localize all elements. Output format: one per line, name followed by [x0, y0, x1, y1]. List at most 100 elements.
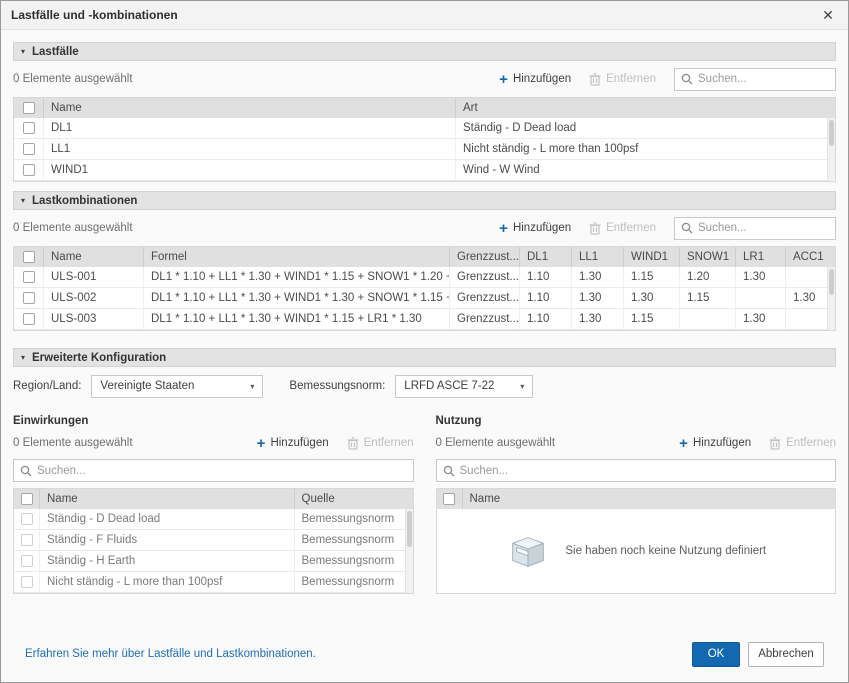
add-label: Hinzufügen	[270, 437, 328, 449]
row-checkbox[interactable]	[21, 534, 33, 546]
cell-formel: DL1 * 1.10 + LL1 * 1.30 + WIND1 * 1.30 +…	[144, 288, 450, 308]
select-all-checkbox[interactable]	[23, 102, 35, 114]
collapse-icon: ▾	[21, 197, 25, 205]
remove-button[interactable]: Entfernen	[769, 437, 836, 450]
scrollbar[interactable]	[827, 267, 835, 330]
nutzung-empty-state: Sie haben noch keine Nutzung definiert	[437, 509, 836, 593]
search-box	[674, 68, 836, 91]
table-row[interactable]: ULS-003 DL1 * 1.10 + LL1 * 1.30 + WIND1 …	[14, 309, 835, 330]
search-input[interactable]	[37, 465, 407, 477]
search-box	[13, 459, 414, 482]
column-header-lr1[interactable]: LR1	[736, 247, 786, 267]
section-title: Lastkombinationen	[32, 195, 137, 207]
table-row[interactable]: ULS-001 DL1 * 1.10 + LL1 * 1.30 + WIND1 …	[14, 267, 835, 288]
column-header-dl1[interactable]: DL1	[520, 247, 572, 267]
section-header-lastfaelle[interactable]: ▾ Lastfälle	[13, 42, 836, 61]
scrollbar-thumb[interactable]	[829, 269, 834, 295]
norm-label: Bemessungsnorm:	[289, 380, 385, 392]
row-checkbox[interactable]	[21, 555, 33, 567]
select-all-checkbox[interactable]	[23, 251, 35, 263]
table-row[interactable]: Nicht ständig - L more than 100psf Bemes…	[14, 572, 413, 593]
table-row[interactable]: LL1 Nicht ständig - L more than 100psf	[14, 139, 835, 160]
column-header-ll1[interactable]: LL1	[572, 247, 624, 267]
column-header-grenzzustand[interactable]: Grenzzust...	[450, 247, 520, 267]
norm-select[interactable]: LRFD ASCE 7-22 ▾	[395, 375, 533, 398]
column-header-formel[interactable]: Formel	[144, 247, 450, 267]
remove-button[interactable]: Entfernen	[589, 222, 656, 235]
selected-count: 0 Elemente ausgewählt	[13, 73, 133, 85]
row-checkbox[interactable]	[21, 513, 33, 525]
column-header-acc1[interactable]: ACC1	[786, 247, 835, 267]
search-input[interactable]	[460, 465, 830, 477]
cell-ll1: 1.30	[572, 309, 624, 329]
chevron-down-icon: ▾	[250, 382, 254, 391]
nutzung-table-header: Name	[437, 489, 836, 509]
cell-name: Ständig - H Earth	[40, 551, 295, 571]
column-header-art[interactable]: Art	[456, 98, 835, 118]
column-header-wind1[interactable]: WIND1	[624, 247, 680, 267]
column-header-snow1[interactable]: SNOW1	[680, 247, 736, 267]
row-checkbox[interactable]	[23, 292, 35, 304]
cell-grenzzustand: Grenzzust...	[450, 309, 520, 329]
row-checkbox[interactable]	[21, 576, 33, 588]
plus-icon: +	[679, 436, 688, 451]
trash-icon	[589, 73, 601, 86]
load-cases-dialog: Lastfälle und -kombinationen ✕ ▾ Lastfäl…	[0, 0, 849, 683]
cell-lr1	[736, 288, 786, 308]
cell-lr1: 1.30	[736, 309, 786, 329]
row-checkbox[interactable]	[23, 164, 35, 176]
select-all-checkbox[interactable]	[443, 493, 455, 505]
cell-dl1: 1.10	[520, 267, 572, 287]
scrollbar-thumb[interactable]	[829, 120, 834, 146]
row-checkbox[interactable]	[23, 313, 35, 325]
cell-wind1: 1.15	[624, 267, 680, 287]
add-button[interactable]: + Hinzufügen	[499, 221, 571, 236]
region-select[interactable]: Vereinigte Staaten ▾	[91, 375, 263, 398]
search-input[interactable]	[698, 222, 829, 234]
scrollbar[interactable]	[827, 118, 835, 181]
table-row[interactable]: ULS-002 DL1 * 1.10 + LL1 * 1.30 + WIND1 …	[14, 288, 835, 309]
select-all-checkbox[interactable]	[21, 493, 33, 505]
dialog-content: ▾ Lastfälle 0 Elemente ausgewählt + Hinz…	[1, 30, 848, 682]
panel-title: Einwirkungen	[13, 415, 414, 427]
table-row[interactable]: WIND1 Wind - W Wind	[14, 160, 835, 181]
remove-button[interactable]: Entfernen	[589, 73, 656, 86]
remove-label: Entfernen	[364, 437, 414, 449]
table-row[interactable]: Ständig - H Earth Bemessungsnorm	[14, 551, 413, 572]
add-button[interactable]: + Hinzufügen	[679, 436, 751, 451]
remove-label: Entfernen	[606, 222, 656, 234]
ok-button[interactable]: OK	[692, 642, 740, 667]
scrollbar-thumb[interactable]	[407, 511, 412, 547]
column-header-name[interactable]: Name	[44, 247, 144, 267]
add-button[interactable]: + Hinzufügen	[257, 436, 329, 451]
column-header-quelle[interactable]: Quelle	[295, 489, 413, 509]
lastfaelle-toolbar: 0 Elemente ausgewählt + Hinzufügen Entfe…	[13, 61, 836, 97]
learn-more-link[interactable]: Erfahren Sie mehr über Lastfälle und Las…	[25, 648, 316, 660]
section-header-erweiterte-konfiguration[interactable]: ▾ Erweiterte Konfiguration	[13, 348, 836, 367]
table-row[interactable]: Ständig - D Dead load Bemessungsnorm	[14, 509, 413, 530]
search-icon	[681, 222, 693, 234]
column-header-name[interactable]: Name	[44, 98, 456, 118]
add-button[interactable]: + Hinzufügen	[499, 72, 571, 87]
row-checkbox[interactable]	[23, 271, 35, 283]
column-header-name[interactable]: Name	[463, 489, 836, 509]
selected-count: 0 Elemente ausgewählt	[13, 222, 133, 234]
close-button[interactable]: ✕	[818, 5, 838, 25]
table-row[interactable]: Ständig - F Fluids Bemessungsnorm	[14, 530, 413, 551]
cell-art: Ständig - D Dead load	[456, 118, 835, 138]
cell-ll1: 1.30	[572, 288, 624, 308]
row-checkbox[interactable]	[23, 122, 35, 134]
row-checkbox[interactable]	[23, 143, 35, 155]
plus-icon: +	[499, 72, 508, 87]
cell-name: WIND1	[44, 160, 456, 180]
cancel-button[interactable]: Abbrechen	[748, 642, 824, 667]
scrollbar[interactable]	[405, 509, 413, 593]
remove-button[interactable]: Entfernen	[347, 437, 414, 450]
cell-grenzzustand: Grenzzust...	[450, 267, 520, 287]
table-row[interactable]: DL1 Ständig - D Dead load	[14, 118, 835, 139]
search-input[interactable]	[698, 73, 829, 85]
column-header-name[interactable]: Name	[40, 489, 295, 509]
search-icon	[443, 465, 455, 477]
add-label: Hinzufügen	[513, 222, 571, 234]
section-header-lastkombinationen[interactable]: ▾ Lastkombinationen	[13, 191, 836, 210]
